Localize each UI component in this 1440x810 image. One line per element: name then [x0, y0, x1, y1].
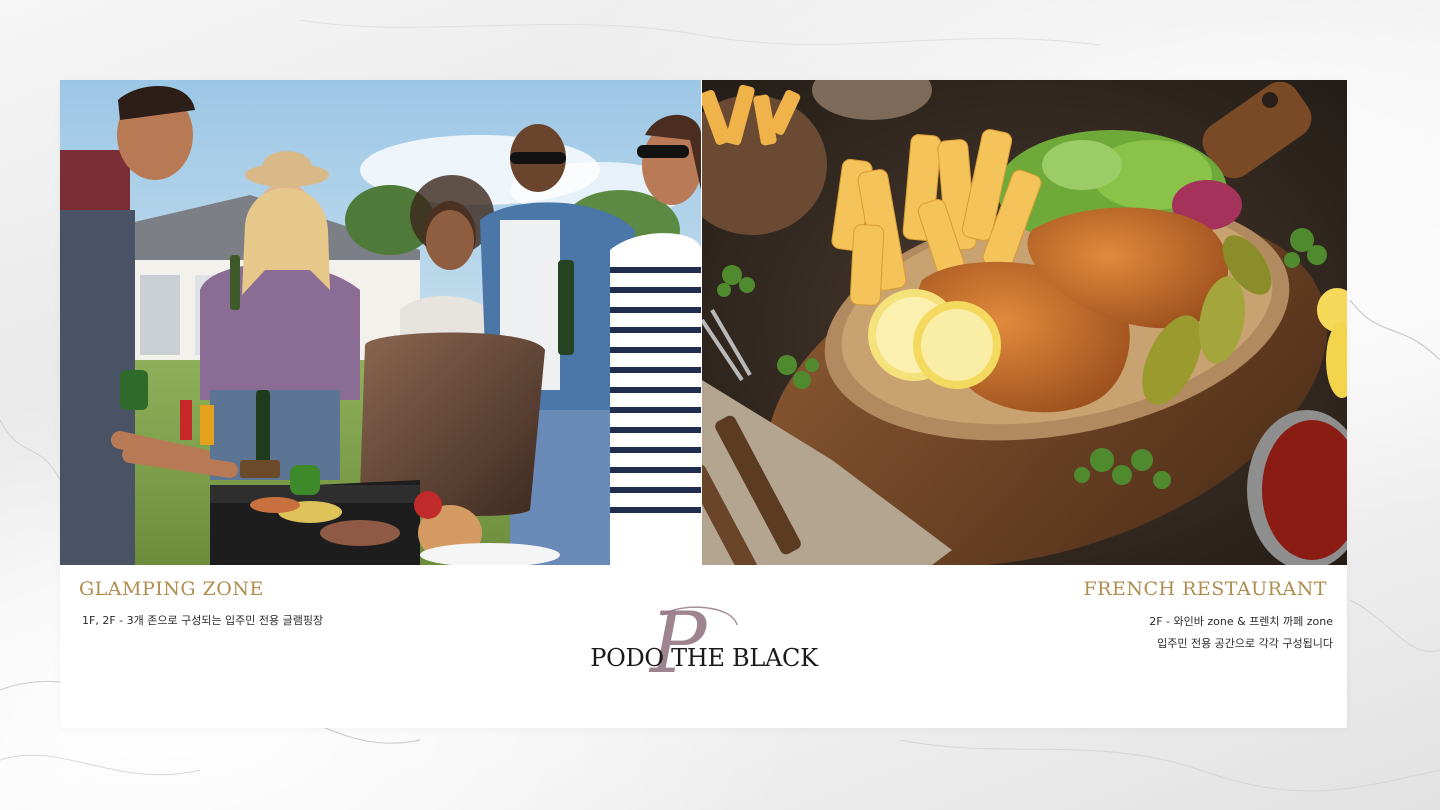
french-restaurant-title: FRENCH RESTAURANT [1083, 578, 1327, 600]
french-restaurant-description: 2F - 와인바 zone & 프렌치 까페 zone 입주민 전용 공간으로 … [1149, 611, 1333, 655]
french-food-photo [702, 80, 1347, 565]
french-restaurant-description-line-2: 입주민 전용 공간으로 각각 구성됩니다 [1157, 637, 1333, 650]
brand-name: PODO THE BLACK [590, 644, 818, 672]
glamping-zone-description: 1F, 2F - 3개 존으로 구성되는 입주민 전용 글램핑장 [82, 614, 324, 627]
slide-page: GLAMPING ZONE 1F, 2F - 3개 존으로 구성되는 입주민 전… [0, 0, 1440, 810]
brand-logo: P PODO THE BLACK [570, 600, 860, 700]
french-restaurant-description-line-1: 2F - 와인바 zone & 프렌치 까페 zone [1149, 615, 1333, 628]
glamping-bbq-photo [60, 80, 701, 565]
content-card: GLAMPING ZONE 1F, 2F - 3개 존으로 구성되는 입주민 전… [60, 80, 1347, 728]
glamping-zone-title: GLAMPING ZONE [79, 578, 264, 600]
